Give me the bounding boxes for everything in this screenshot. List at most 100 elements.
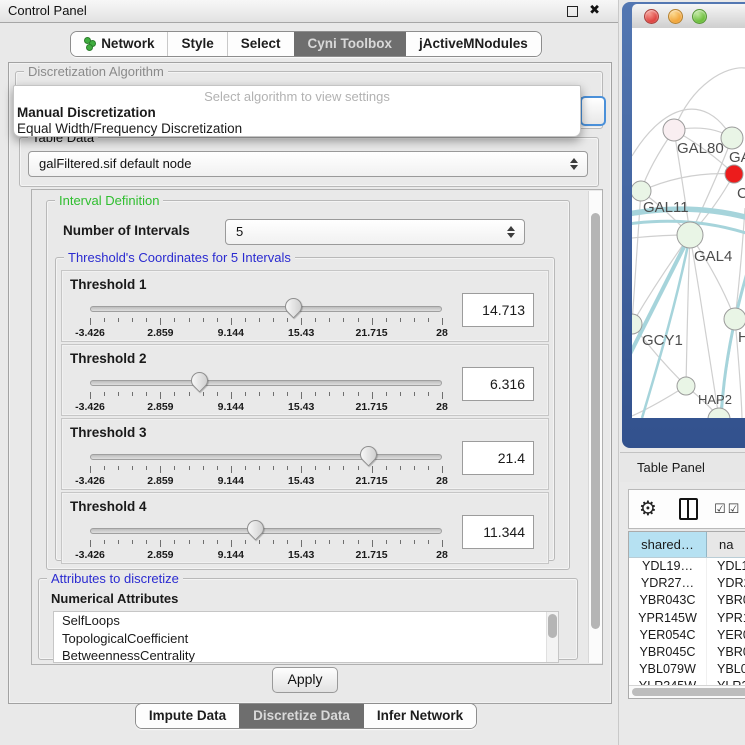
network-node-h[interactable]	[724, 308, 745, 330]
slider-ticks	[90, 540, 442, 548]
panel-scrollbar-thumb[interactable]	[591, 213, 600, 629]
tab-style[interactable]: Style	[167, 32, 226, 56]
slider-thumb[interactable]	[357, 442, 381, 466]
network-canvas[interactable]: GAL80GACGAL11GAL4GCY1HHAP2	[632, 28, 745, 418]
close-icon[interactable]: ✖	[589, 2, 600, 18]
cell-name[interactable]: YPR1	[707, 610, 745, 627]
numerical-attributes-list[interactable]: SelfLoopsTopologicalCoefficientBetweenne…	[53, 611, 559, 663]
threshold-value-field[interactable]: 11.344	[462, 515, 534, 549]
combo-stepper-icon[interactable]	[507, 226, 515, 238]
combo-stepper-icon[interactable]	[570, 158, 578, 170]
minimize-traffic-light-icon[interactable]	[668, 9, 683, 24]
table-row[interactable]: YBL079W YBL0	[629, 661, 745, 678]
apply-button[interactable]: Apply	[272, 667, 338, 693]
slider-tick	[104, 318, 105, 322]
cell-shared-name[interactable]: YBL079W	[629, 661, 707, 678]
tab-jactivemnodules[interactable]: jActiveMNodules	[405, 32, 541, 56]
slider-tick	[315, 318, 316, 322]
cell-name[interactable]: YBR0	[707, 592, 745, 609]
table-row[interactable]: YBR045C YBR0	[629, 644, 745, 661]
attribute-list-item[interactable]: SelfLoops	[54, 612, 558, 630]
cell-name[interactable]: YBR0	[707, 644, 745, 661]
number-of-intervals-combobox[interactable]: 5	[225, 219, 525, 245]
table-row[interactable]: YDR27… YDR2	[629, 575, 745, 592]
zoom-traffic-light-icon[interactable]	[692, 9, 707, 24]
slider-tick	[273, 318, 274, 322]
slider-tick	[231, 540, 232, 547]
slider-track[interactable]	[90, 380, 442, 386]
threshold-slider[interactable]: -3.4262.8599.14415.4321.71528	[90, 299, 442, 339]
threshold-slider[interactable]: -3.4262.8599.14415.4321.71528	[90, 373, 442, 413]
cell-shared-name[interactable]: YBR045C	[629, 644, 707, 661]
slider-tick	[132, 392, 133, 396]
attribute-list-item[interactable]: TopologicalCoefficient	[54, 630, 558, 648]
cell-shared-name[interactable]: YDR27…	[629, 575, 707, 592]
threshold-value-field[interactable]: 14.713	[462, 293, 534, 327]
tab-select[interactable]: Select	[227, 32, 294, 56]
cell-shared-name[interactable]: YPR145W	[629, 610, 707, 627]
threshold-slider[interactable]: -3.4262.8599.14415.4321.71528	[90, 521, 442, 561]
window-title: Control Panel	[8, 3, 87, 18]
slider-track[interactable]	[90, 306, 442, 312]
slider-track[interactable]	[90, 528, 442, 534]
threshold-panel: Threshold 2 -3.4262.8599.14415.4321.7152…	[61, 344, 549, 416]
cell-name[interactable]: YBL0	[707, 661, 745, 678]
tab-impute-data[interactable]: Impute Data	[136, 704, 239, 728]
dropdown-prompt[interactable]: Select algorithm to view settings	[14, 86, 580, 105]
threshold-slider[interactable]: -3.4262.8599.14415.4321.71528	[90, 447, 442, 487]
slider-track[interactable]	[90, 454, 442, 460]
tab-infer-network[interactable]: Infer Network	[363, 704, 476, 728]
algorithm-combo-focus-ring[interactable]	[580, 96, 606, 126]
cell-name[interactable]: YDR2	[707, 575, 745, 592]
slider-thumb[interactable]	[188, 368, 212, 392]
close-traffic-light-icon[interactable]	[644, 9, 659, 24]
tab-discretize-data[interactable]: Discretize Data	[239, 704, 363, 728]
table-data-combobox[interactable]: galFiltered.sif default node	[28, 151, 588, 177]
table-row[interactable]: YDL19… YDL1	[629, 558, 745, 575]
slider-tick-label: 2.859	[147, 327, 173, 339]
tab-network[interactable]: Network	[71, 32, 167, 56]
tab-cyni-toolbox[interactable]: Cyni Toolbox	[294, 32, 406, 56]
slider-tick	[428, 318, 429, 322]
cell-name[interactable]: YER0	[707, 627, 745, 644]
table-row[interactable]: YBR043C YBR0	[629, 592, 745, 609]
cell-shared-name[interactable]: YBR043C	[629, 592, 707, 609]
threshold-value-field[interactable]: 21.4	[462, 441, 534, 475]
list-scrollbar-thumb[interactable]	[548, 614, 557, 638]
slider-tick	[146, 318, 147, 322]
network-node-gal11[interactable]	[632, 181, 651, 201]
table-row[interactable]: YER054C YER0	[629, 627, 745, 644]
dropdown-option-equal-width[interactable]: Equal Width/Frequency Discretization	[14, 121, 580, 137]
select-columns-icon[interactable]: ☑☑	[714, 501, 741, 517]
cell-shared-name[interactable]: YER054C	[629, 627, 707, 644]
gear-icon[interactable]: ⚙	[639, 499, 657, 519]
column-header-name[interactable]: na	[707, 532, 745, 557]
node-label: GAL80	[677, 140, 724, 157]
panel-scrollbar[interactable]	[588, 191, 602, 663]
column-layout-icon[interactable]	[679, 498, 698, 520]
slider-tick	[231, 318, 232, 325]
slider-thumb[interactable]	[282, 294, 306, 318]
cell-shared-name[interactable]: YDL19…	[629, 558, 707, 575]
column-header-shared-name[interactable]: shared…	[629, 532, 707, 557]
slider-thumb[interactable]	[244, 516, 268, 540]
slider-tick	[400, 540, 401, 544]
list-scrollbar[interactable]	[546, 612, 558, 662]
cell-name[interactable]: YDL1	[707, 558, 745, 575]
threshold-value-field[interactable]: 6.316	[462, 367, 534, 401]
table-horizontal-scrollbar[interactable]	[629, 685, 745, 698]
node-table[interactable]: shared… na YDL19… YDL1 YDR27… YDR2 YBR04…	[628, 531, 745, 699]
network-node-gal4[interactable]	[677, 222, 703, 248]
dropdown-option-manual-discretization[interactable]: Manual Discretization	[14, 105, 580, 121]
table-row[interactable]: YPR145W YPR1	[629, 610, 745, 627]
slider-tick-label: -3.426	[75, 327, 105, 339]
table-hscrollbar-thumb[interactable]	[632, 688, 745, 696]
number-of-intervals-value: 5	[236, 224, 243, 239]
network-node-ga[interactable]	[721, 127, 743, 149]
network-node-gal80[interactable]	[663, 119, 685, 141]
float-window-icon[interactable]	[567, 6, 578, 17]
network-node-hap2[interactable]	[677, 377, 695, 395]
network-node-c[interactable]	[725, 165, 743, 183]
slider-tick	[259, 540, 260, 544]
attribute-list-item[interactable]: BetweennessCentrality	[54, 647, 558, 663]
